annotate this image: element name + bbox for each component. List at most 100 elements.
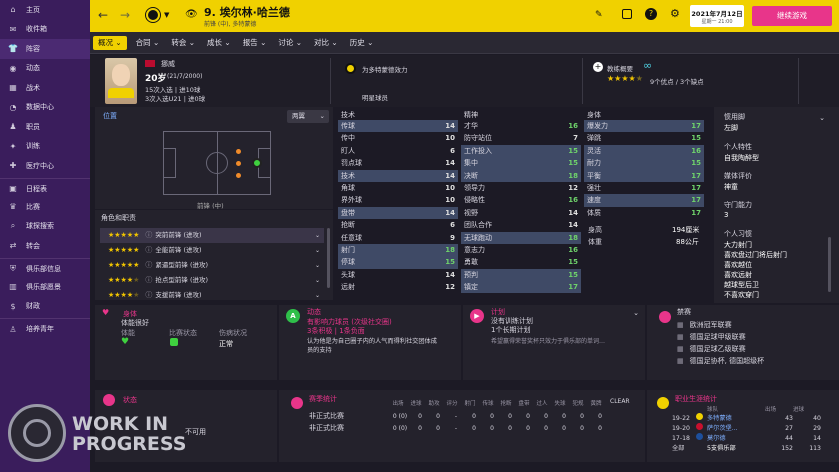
tab[interactable]: 讨论 ⌄ (272, 32, 308, 54)
clear-button[interactable]: CLEAR (610, 398, 630, 405)
tab[interactable]: 报告 ⌄ (237, 32, 273, 54)
tab[interactable]: 概况 ⌄ (93, 36, 127, 50)
club-badge-icon[interactable] (145, 7, 161, 23)
chevron-down-icon[interactable]: ⌄ (633, 309, 639, 317)
dynamics-title[interactable]: 动态 (307, 307, 321, 317)
sidebar-item[interactable]: ♟ 职员 (0, 117, 90, 137)
attribute-row[interactable]: 盯人 6 (338, 145, 458, 157)
attribute-row[interactable]: 灵活 16 (584, 144, 704, 158)
chevron-down-icon[interactable]: ▼ (164, 11, 169, 19)
role-row[interactable]: ★★★★★ ⓘ 突前前锋 (进攻) ⌄ (100, 228, 324, 243)
attribute-row[interactable]: 视野 14 (461, 207, 581, 219)
attribute-row[interactable]: 团队合作 14 (461, 219, 581, 231)
tab[interactable]: 历史 ⌄ (344, 32, 380, 54)
sidebar-item[interactable]: ▣ 日程表 (0, 177, 90, 198)
season-title[interactable]: 赛季统计 (309, 394, 337, 404)
sidebar-item[interactable]: ⌕ 球探搜索 (0, 217, 90, 237)
attribute-row[interactable]: 无球跑动 18 (461, 231, 581, 244)
attribute-row[interactable]: 罚点球 14 (338, 157, 458, 169)
attribute-row[interactable]: 镇定 17 (461, 281, 581, 294)
attribute-row[interactable]: 任意球 9 (338, 232, 458, 244)
table-row[interactable]: 非正式比赛 0 (0) 0 0-0 0 0 0 0 0 0 0 (309, 422, 609, 434)
attribute-row[interactable]: 技术 14 (338, 169, 458, 182)
table-row[interactable]: 非正式比赛 0 (0) 0 0-0 0 0 0 0 0 0 0 (309, 410, 609, 422)
attribute-row[interactable]: 远射 12 (338, 281, 458, 293)
table-row[interactable]: 17-18 莫尔德 44 14 (672, 433, 821, 443)
attribute-row[interactable]: 领导力 12 (461, 182, 581, 194)
attribute-row[interactable]: 集中 15 (461, 157, 581, 170)
attribute-row[interactable]: 头球 14 (338, 269, 458, 281)
attribute-row[interactable]: 传中 10 (338, 132, 458, 144)
tab[interactable]: 合同 ⌄ (130, 32, 166, 54)
attribute-row[interactable]: 预判 15 (461, 268, 581, 282)
chevron-down-icon[interactable]: ⌄ (315, 228, 320, 243)
status-title[interactable]: 状态 (123, 395, 137, 405)
sidebar-item[interactable]: ⇄ 转会 (0, 236, 90, 256)
attribute-row[interactable]: 体质 17 (584, 207, 704, 219)
chevron-down-icon[interactable]: ⌄ (315, 243, 320, 258)
attribute-row[interactable]: 强壮 17 (584, 182, 704, 194)
attribute-row[interactable]: 决断 18 (461, 169, 581, 182)
sidebar-item[interactable]: ⛨ 俱乐部信息 (0, 257, 90, 278)
attribute-row[interactable]: 界外球 10 (338, 194, 458, 206)
gear-icon[interactable]: ⚙ (670, 7, 680, 20)
chevron-down-icon[interactable]: ⌄ (315, 288, 320, 303)
sidebar-item[interactable]: ✉ 收件箱 (0, 20, 90, 40)
sidebar-item[interactable]: ♛ 比赛 (0, 197, 90, 217)
sidebar-item[interactable]: ✦ 训练 (0, 137, 90, 157)
eye-icon[interactable]: 👁 (185, 9, 198, 20)
attribute-row[interactable]: 角球 10 (338, 182, 458, 194)
attribute-row[interactable]: 速度 17 (584, 194, 704, 207)
attribute-row[interactable]: 传球 14 (338, 120, 458, 133)
sidebar-item[interactable]: ♙ 培养青年 (0, 318, 90, 338)
role-row[interactable]: ★★★★★ ⓘ 抢点型前锋 (进攻) ⌄ (100, 273, 324, 288)
sidebar-item[interactable]: $ 财政 (0, 297, 90, 317)
attribute-row[interactable]: 弹跳 15 (584, 132, 704, 144)
attribute-row[interactable]: 才华 16 (461, 120, 581, 132)
tab[interactable]: 成长 ⌄ (201, 32, 237, 54)
sidebar-item[interactable]: 👕 阵容 (0, 39, 90, 59)
attribute-row[interactable]: 耐力 15 (584, 157, 704, 170)
tab[interactable]: 对比 ⌄ (308, 32, 344, 54)
chevron-down-icon[interactable]: ⌄ (819, 114, 825, 122)
scrollbar[interactable] (327, 228, 330, 288)
table-row[interactable]: 19-22 多特蒙德 43 40 (672, 413, 821, 423)
back-arrow-icon[interactable]: ← (98, 8, 108, 22)
attribute-row[interactable]: 意志力 16 (461, 244, 581, 256)
role-row[interactable]: ★★★★★ ⓘ 支援前锋 (进攻) ⌄ (100, 288, 324, 303)
chevron-down-icon[interactable]: ⌄ (315, 258, 320, 273)
scrollbar[interactable] (828, 237, 831, 292)
sidebar-item[interactable]: ⌂ 主页 (0, 0, 90, 20)
table-row[interactable]: 全部 5支俱乐部 152 113 (672, 443, 821, 453)
sidebar-item[interactable]: ◔ 数据中心 (0, 98, 90, 118)
position-title[interactable]: 位置 (103, 111, 117, 121)
attribute-row[interactable]: 平衡 17 (584, 169, 704, 182)
sidebar-item[interactable]: ✚ 医疗中心 (0, 156, 90, 176)
attribute-row[interactable]: 停球 15 (338, 256, 458, 269)
attribute-row[interactable]: 盘带 14 (338, 206, 458, 220)
help-icon[interactable]: ? (645, 8, 657, 20)
attribute-row[interactable]: 射门 18 (338, 243, 458, 257)
attribute-row[interactable]: 抢断 6 (338, 219, 458, 231)
dice-icon[interactable] (622, 9, 632, 19)
attribute-row[interactable]: 勇敢 15 (461, 256, 581, 268)
position-dropdown[interactable]: 两翼 ⌄ (287, 110, 329, 123)
role-row[interactable]: ★★★★★ ⓘ 紧逼型前锋 (进攻) ⌄ (100, 258, 324, 273)
sidebar-item[interactable]: ▦ 战术 (0, 78, 90, 98)
career-title[interactable]: 职业生涯统计 (675, 394, 717, 404)
role-row[interactable]: ★★★★★ ⓘ 全能前锋 (进攻) ⌄ (100, 243, 324, 258)
chevron-down-icon[interactable]: ⌄ (315, 273, 320, 288)
attribute-row[interactable]: 防守站位 7 (461, 132, 581, 144)
continue-button[interactable]: 继续游戏 (752, 6, 832, 26)
attribute-row[interactable]: 爆发力 17 (584, 120, 704, 133)
attribute-row[interactable]: 侵略性 16 (461, 194, 581, 206)
attribute-row[interactable]: 工作投入 15 (461, 144, 581, 158)
date-box[interactable]: 2021年7月12日 星期一 21:00 (690, 5, 744, 27)
sidebar-item[interactable]: ▥ 俱乐部愿景 (0, 277, 90, 297)
watermark-text: WORK IN PROGRESS (72, 413, 187, 455)
table-row[interactable]: 19-20 萨尔茨堡... 27 29 (672, 423, 821, 433)
tab[interactable]: 转会 ⌄ (165, 32, 201, 54)
forward-arrow-icon[interactable]: → (120, 8, 130, 22)
sidebar-item[interactable]: ◉ 动态 (0, 59, 90, 79)
pencil-icon[interactable]: ✎ (595, 10, 603, 20)
